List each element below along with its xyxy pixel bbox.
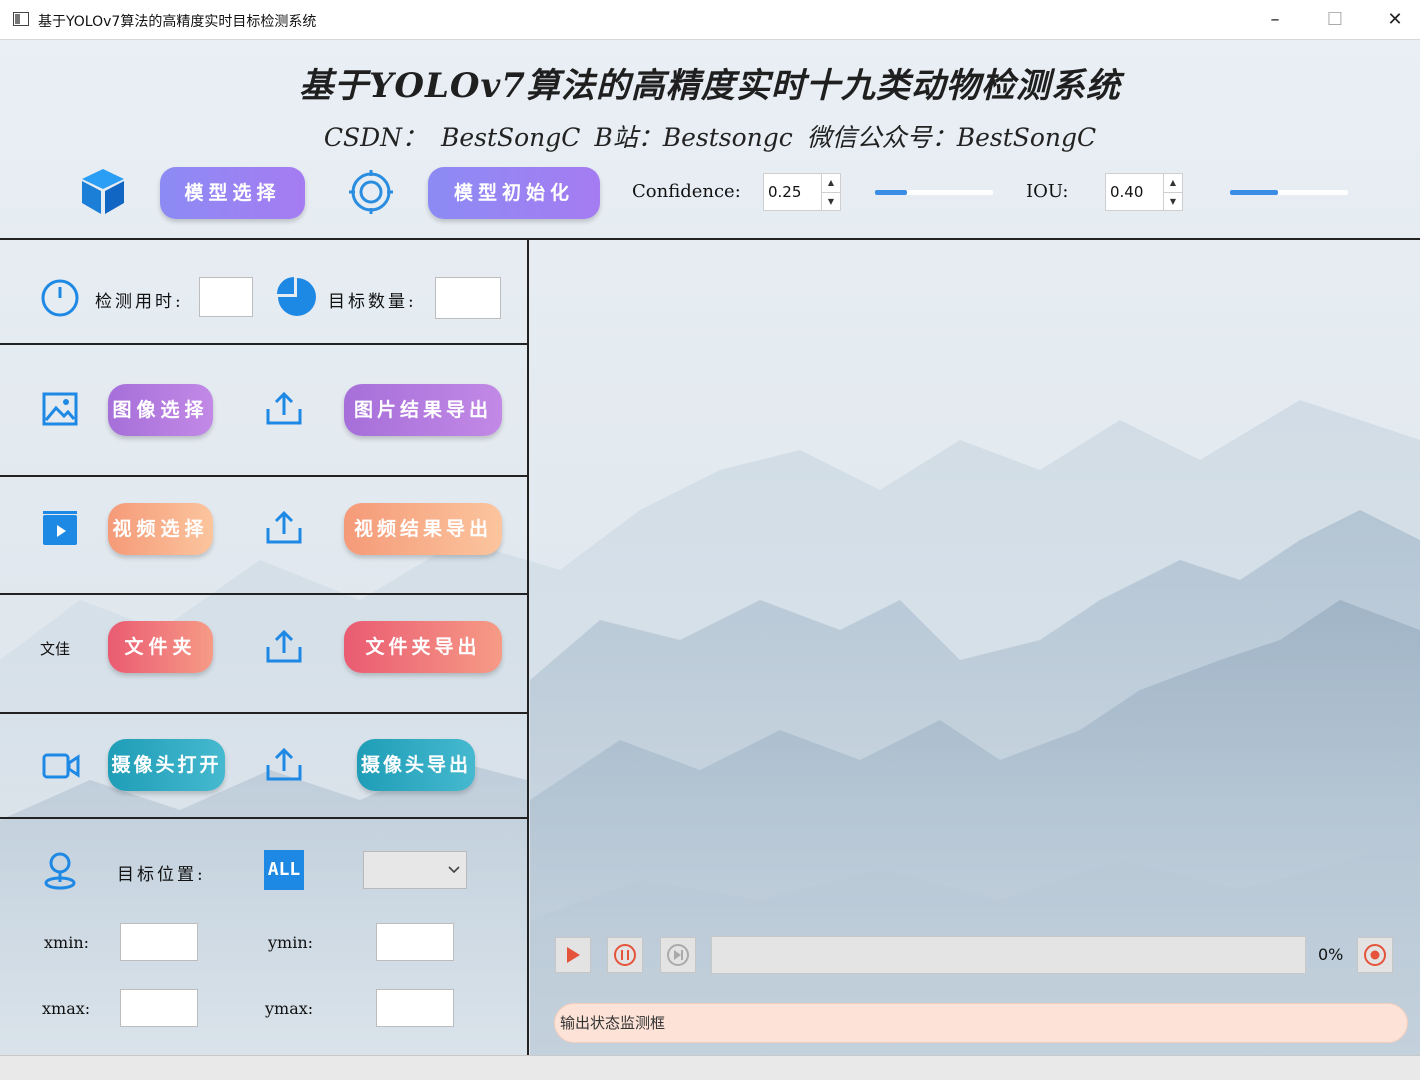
iou-spin-buttons[interactable]: ▲ ▼ — [1163, 174, 1182, 210]
folder-icon-label: 文佳 — [40, 640, 71, 658]
confidence-value: 0.25 — [768, 183, 802, 201]
confidence-spinbox[interactable]: 0.25 ▲ ▼ — [763, 173, 841, 211]
camera-icon — [42, 753, 80, 779]
camera-export-button[interactable]: 摄像头导出 — [357, 739, 475, 791]
iou-slider[interactable] — [1230, 190, 1348, 195]
page-title: 基于YOLOv7算法的高精度实时十九类动物检测系统 — [299, 66, 1121, 106]
maximize-button[interactable]: ☐ — [1305, 0, 1365, 40]
play-icon — [567, 947, 580, 963]
upload-icon[interactable] — [265, 747, 303, 783]
row-divider — [0, 343, 528, 345]
ymax-label: ymax: — [265, 999, 314, 1018]
model-init-button[interactable]: 模型初始化 — [428, 167, 600, 219]
detect-time-value — [199, 277, 253, 317]
progress-percent: 0% — [1318, 945, 1344, 964]
status-bar — [0, 1055, 1420, 1080]
target-select-dropdown[interactable] — [363, 851, 467, 889]
upload-icon[interactable] — [265, 510, 303, 546]
status-output-box[interactable]: 输出状态监测框 — [554, 1003, 1408, 1043]
folder-export-button[interactable]: 文件夹导出 — [344, 621, 502, 673]
stop-button[interactable] — [1357, 937, 1393, 973]
camera-open-button[interactable]: 摄像头打开 — [108, 739, 225, 791]
model-select-button[interactable]: 模型选择 — [160, 167, 305, 219]
pie-chart-icon — [277, 277, 316, 316]
main-window: 基于YOLOv7算法的高精度实时十九类动物检测系统 CSDN： BestSong… — [0, 40, 1420, 1055]
window-title: 基于YOLOv7算法的高精度实时目标检测系统 — [38, 14, 317, 30]
row-divider — [0, 475, 528, 477]
xmax-field — [120, 989, 198, 1027]
header-divider — [0, 238, 1420, 240]
step-icon — [667, 944, 689, 966]
xmax-label: xmax: — [42, 999, 91, 1018]
ymin-label: ymin: — [268, 933, 314, 952]
stop-icon — [1364, 944, 1386, 966]
cube-icon — [82, 169, 124, 214]
video-select-button[interactable]: 视频选择 — [108, 503, 213, 555]
image-export-button[interactable]: 图片结果导出 — [344, 384, 502, 436]
image-icon — [42, 392, 78, 426]
row-divider — [0, 712, 528, 714]
iou-slider-fill — [1230, 190, 1278, 195]
spin-up-icon[interactable]: ▲ — [822, 174, 840, 193]
ymax-field — [376, 989, 454, 1027]
panel-divider — [527, 238, 529, 1055]
confidence-label: Confidence: — [632, 181, 741, 202]
video-icon — [43, 511, 77, 545]
spin-up-icon[interactable]: ▲ — [1164, 174, 1182, 193]
video-progress-bar[interactable] — [711, 936, 1306, 974]
pause-icon — [614, 944, 636, 966]
play-button[interactable] — [555, 937, 591, 973]
folder-select-button[interactable]: 文件夹 — [108, 621, 213, 673]
confidence-slider-fill — [875, 190, 907, 195]
page-subtitle: CSDN： BestSongC B站：Bestsongc 微信公众号：BestS… — [323, 123, 1097, 152]
xmin-label: xmin: — [44, 933, 90, 952]
clock-icon — [41, 279, 79, 317]
app-icon — [13, 12, 29, 26]
all-badge-icon: ALL — [264, 850, 304, 890]
confidence-slider[interactable] — [875, 190, 993, 195]
upload-icon[interactable] — [265, 629, 303, 665]
target-count-value — [435, 277, 501, 319]
row-divider — [0, 593, 528, 595]
iou-value: 0.40 — [1110, 183, 1144, 201]
spin-down-icon[interactable]: ▼ — [822, 193, 840, 211]
xmin-field — [120, 923, 198, 961]
settings-target-icon — [349, 170, 393, 214]
row-divider — [0, 817, 528, 819]
detect-time-label: 检测用时: — [95, 292, 184, 312]
confidence-spin-buttons[interactable]: ▲ ▼ — [821, 174, 840, 210]
pause-button[interactable] — [607, 937, 643, 973]
chevron-down-icon — [448, 866, 460, 874]
target-count-label: 目标数量: — [328, 292, 417, 312]
video-export-button[interactable]: 视频结果导出 — [344, 503, 502, 555]
target-position-label: 目标位置: — [117, 865, 206, 885]
iou-spinbox[interactable]: 0.40 ▲ ▼ — [1105, 173, 1183, 211]
close-button[interactable]: ✕ — [1365, 0, 1420, 40]
next-frame-button[interactable] — [660, 937, 696, 973]
spin-down-icon[interactable]: ▼ — [1164, 193, 1182, 211]
upload-icon[interactable] — [265, 391, 303, 427]
minimize-button[interactable]: – — [1245, 0, 1305, 40]
image-select-button[interactable]: 图像选择 — [108, 384, 213, 436]
iou-label: IOU: — [1026, 181, 1069, 202]
location-icon — [44, 852, 76, 890]
window-titlebar: 基于YOLOv7算法的高精度实时目标检测系统 – ☐ ✕ — [0, 0, 1420, 40]
ymin-field — [376, 923, 454, 961]
